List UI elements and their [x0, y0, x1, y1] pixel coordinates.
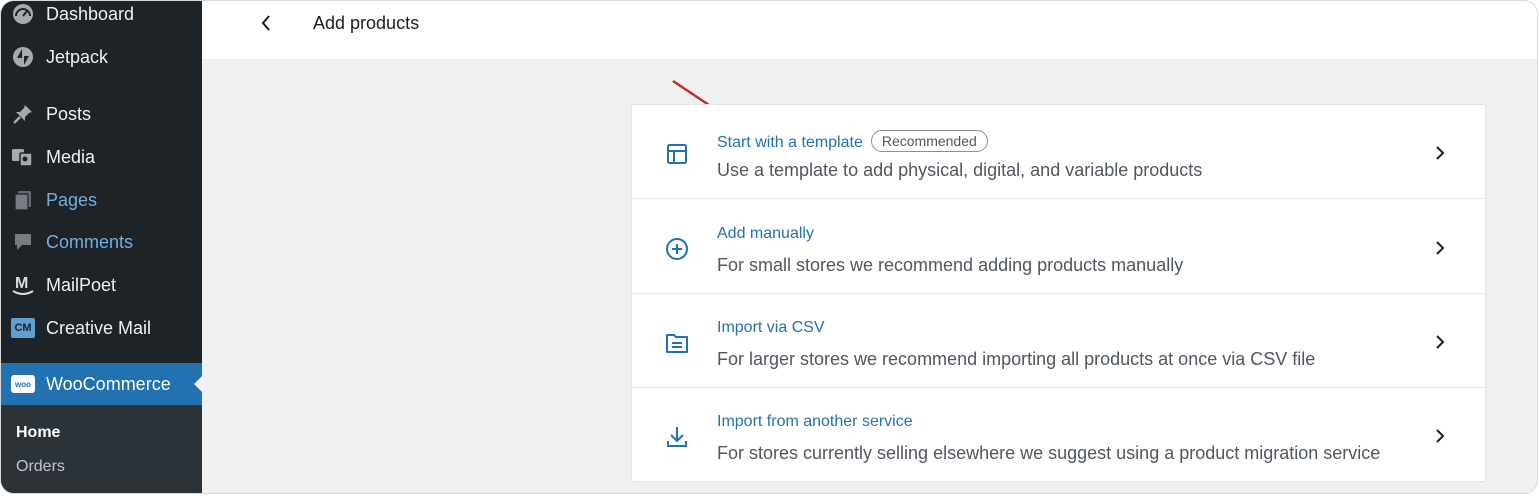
- download-icon: [664, 424, 690, 450]
- option-description: Use a template to add physical, digital,…: [717, 160, 1203, 180]
- sidebar-item-woocommerce[interactable]: woo WooCommerce: [1, 363, 202, 405]
- chevron-right-icon: [1436, 146, 1445, 160]
- creative-mail-icon: CM: [11, 316, 35, 340]
- dashboard-icon: [11, 2, 35, 26]
- sidebar-item-media[interactable]: Media: [1, 137, 202, 177]
- option-title: Import from another service: [717, 413, 913, 430]
- app-window: Dashboard Jetpack Posts Media Pages Comm…: [0, 0, 1538, 494]
- sidebar-item-label: Media: [46, 146, 96, 167]
- option-add-manually[interactable]: Add manually For small stores we recomme…: [632, 200, 1485, 294]
- sidebar-item-label: Jetpack: [46, 46, 109, 67]
- sidebar-item-label: Comments: [46, 231, 134, 252]
- sidebar-item-label: Pages: [46, 189, 98, 210]
- sidebar-item-posts[interactable]: Posts: [1, 94, 202, 134]
- admin-sidebar: Dashboard Jetpack Posts Media Pages Comm…: [1, 1, 202, 493]
- sidebar-item-creative-mail[interactable]: CM Creative Mail: [1, 308, 202, 348]
- chevron-right-icon: [1436, 429, 1445, 443]
- option-description: For larger stores we recommend importing…: [717, 349, 1316, 369]
- recommended-badge: Recommended: [870, 130, 988, 152]
- option-start-with-template[interactable]: Start with a template Recommended Use a t…: [632, 105, 1485, 199]
- sidebar-item-comments[interactable]: Comments: [1, 222, 202, 262]
- mailpoet-icon: M: [11, 273, 35, 297]
- active-indicator: [194, 376, 202, 392]
- jetpack-icon: [11, 45, 35, 69]
- option-description: For small stores we recommend adding pro…: [717, 255, 1184, 275]
- submenu-item-home[interactable]: Home: [16, 424, 60, 442]
- svg-text:M: M: [15, 275, 28, 292]
- sidebar-item-label: Creative Mail: [46, 317, 152, 338]
- option-import-another-service[interactable]: Import from another service For stores c…: [632, 388, 1485, 482]
- option-import-csv[interactable]: Import via CSV For larger stores we reco…: [632, 294, 1485, 388]
- comments-icon: [11, 230, 35, 254]
- option-title: Start with a template Recommended: [717, 130, 988, 152]
- sidebar-item-jetpack[interactable]: Jetpack: [1, 37, 202, 77]
- page-title: Add products: [313, 13, 420, 33]
- chevron-right-icon: [1436, 241, 1445, 255]
- back-button[interactable]: [254, 11, 278, 35]
- woocommerce-submenu: Home Orders: [1, 405, 202, 493]
- sidebar-item-label: WooCommerce: [46, 373, 171, 394]
- page-header: Add products: [202, 1, 1537, 59]
- woocommerce-icon: woo: [11, 372, 35, 396]
- sidebar-item-label: Dashboard: [46, 3, 135, 24]
- sidebar-item-label: Posts: [46, 103, 92, 124]
- file-icon: [664, 330, 690, 356]
- option-description: For stores currently selling elsewhere w…: [717, 443, 1381, 463]
- sidebar-item-pages[interactable]: Pages: [1, 180, 202, 220]
- add-products-options: Start with a template Recommended Use a t…: [631, 104, 1486, 482]
- pages-icon: [11, 188, 35, 212]
- sidebar-item-mailpoet[interactable]: M MailPoet: [1, 265, 202, 305]
- template-icon: [664, 141, 690, 167]
- sidebar-item-dashboard[interactable]: Dashboard: [1, 1, 202, 34]
- media-icon: [11, 145, 35, 169]
- plus-circle-icon: [664, 236, 690, 262]
- chevron-right-icon: [1436, 335, 1445, 349]
- chevron-left-icon: [261, 15, 270, 31]
- option-title: Import via CSV: [717, 319, 825, 336]
- submenu-item-orders[interactable]: Orders: [16, 458, 65, 476]
- sidebar-item-label: MailPoet: [46, 274, 117, 295]
- option-title: Add manually: [717, 225, 814, 242]
- pin-icon: [11, 102, 35, 126]
